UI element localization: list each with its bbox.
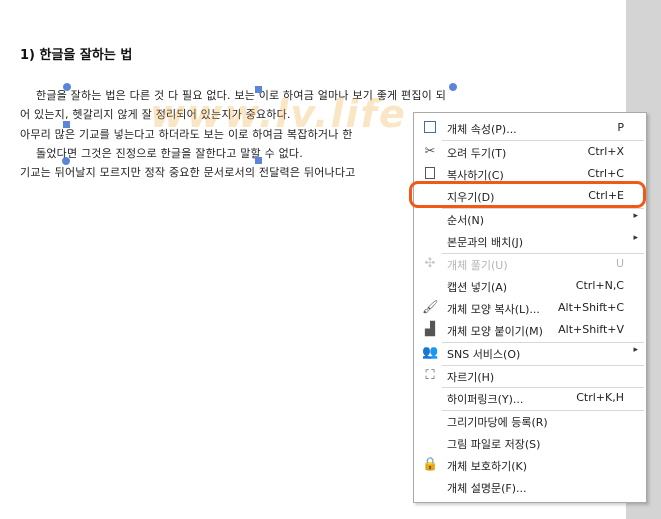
menu-item-hyperlink[interactable]: 하이퍼링크(Y)... Ctrl+K,H — [414, 388, 646, 408]
menu-item-order[interactable]: 순서(N) ▸ — [414, 209, 646, 229]
format-copy-icon: 🖌 — [422, 300, 439, 315]
menu-item-save-as-image[interactable]: 그림 파일로 저장(S) — [414, 433, 646, 453]
selection-handle[interactable] — [63, 83, 71, 91]
menu-item-protect-object[interactable]: 🔒 개체 보호하기(K) — [414, 455, 646, 475]
submenu-arrow-icon: ▸ — [633, 233, 638, 243]
menu-item-insert-caption[interactable]: 캡션 넣기(A) Ctrl+N,C — [414, 276, 646, 296]
menu-item-object-properties[interactable]: 개체 속성(P)... P — [414, 118, 646, 138]
body-line-4: 돌었다면 그것은 진정으로 한글을 잘한다고 말할 수 없다. — [36, 147, 303, 160]
watermark: www.lv.life — [150, 92, 407, 136]
menu-item-paste-format[interactable]: ▟ 개체 모양 붙이기(M) Alt+Shift+V — [414, 320, 646, 340]
object-properties-icon — [422, 120, 438, 136]
selection-handle[interactable] — [255, 157, 262, 164]
sns-people-icon: 👥 — [422, 345, 439, 360]
crop-icon: ⛶ — [425, 368, 435, 383]
selection-handle[interactable] — [62, 157, 70, 165]
copy-icon — [422, 166, 438, 182]
menu-item-object-description[interactable]: 개체 설명문(F)... — [414, 477, 646, 497]
menu-separator — [442, 140, 644, 141]
lock-icon: 🔒 — [422, 457, 439, 472]
section-heading: 1) 한글을 잘하는 법 — [20, 48, 133, 63]
menu-item-cut[interactable]: ✂ 오려 두기(T) Ctrl+X — [414, 142, 646, 162]
selection-handle[interactable] — [449, 83, 457, 91]
ungroup-icon: ✣ — [424, 256, 436, 271]
format-paste-icon: ▟ — [425, 322, 435, 337]
selection-handle[interactable] — [255, 86, 262, 93]
scissors-icon: ✂ — [424, 144, 436, 159]
context-menu: 개체 속성(P)... P ✂ 오려 두기(T) Ctrl+X 복사하기(C) … — [413, 112, 647, 503]
menu-item-sns-service[interactable]: 👥 SNS 서비스(O) ▸ — [414, 343, 646, 363]
menu-item-copy-format[interactable]: 🖌 개체 모양 복사(L)... Alt+Shift+C — [414, 298, 646, 318]
body-line-5: 기교는 뒤어날지 모르지만 정작 중요한 문서로서의 전달력은 뒤어나다고 — [20, 166, 356, 179]
submenu-arrow-icon: ▸ — [633, 211, 638, 221]
menu-item-crop[interactable]: ⛶ 자르기(H) — [414, 366, 646, 386]
menu-item-text-wrap[interactable]: 본문과의 배치(J) ▸ — [414, 231, 646, 251]
selection-handle[interactable] — [63, 121, 70, 128]
highlight-box — [409, 181, 646, 208]
menu-item-register-drawing[interactable]: 그리기마당에 등록(R) — [414, 411, 646, 431]
submenu-arrow-icon: ▸ — [633, 345, 638, 355]
menu-item-ungroup: ✣ 개체 풀기(U) U — [414, 254, 646, 274]
